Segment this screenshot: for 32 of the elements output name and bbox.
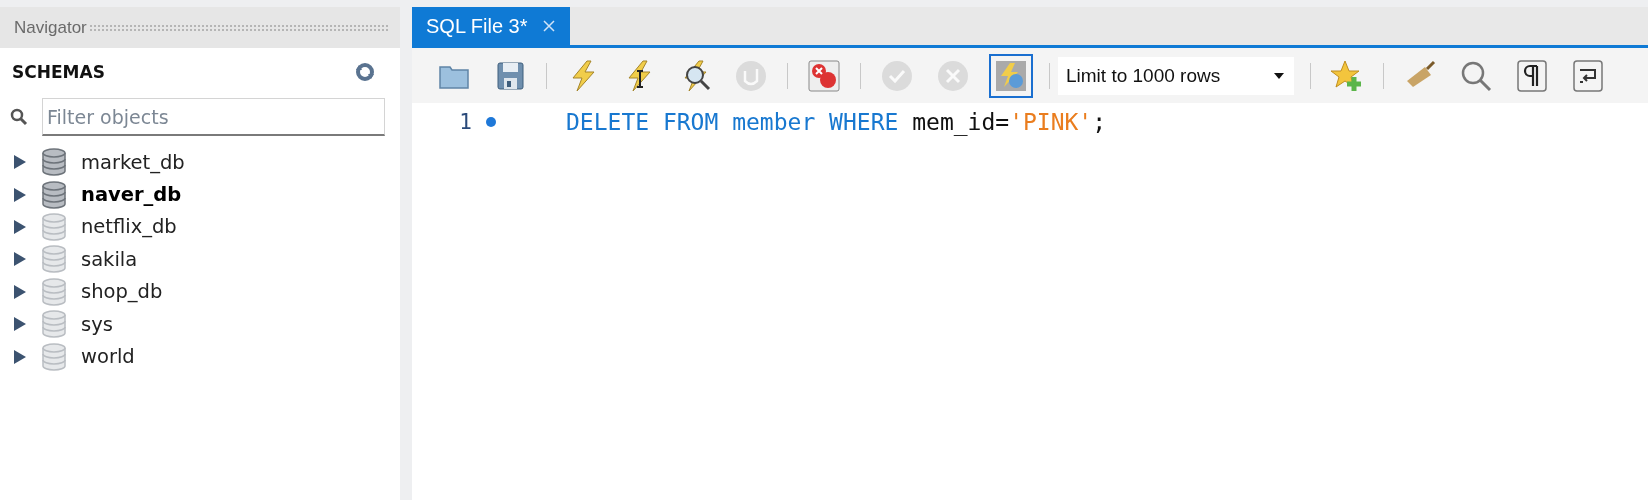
expand-arrow-icon[interactable] — [13, 186, 27, 203]
schema-item[interactable]: netflix_db — [13, 210, 400, 244]
code-line: DELETE FROM member WHERE mem_id='PINK'; — [566, 109, 1107, 135]
expand-arrow-icon[interactable] — [13, 218, 27, 235]
expand-arrow-icon[interactable] — [13, 154, 27, 171]
schema-name: netflix_db — [81, 215, 177, 239]
schema-item[interactable]: sakila — [13, 243, 400, 276]
autocommit-icon[interactable] — [989, 53, 1033, 98]
schema-name: world — [81, 345, 135, 369]
section-title: SCHEMAS — [12, 62, 105, 82]
expand-arrow-icon[interactable] — [13, 348, 27, 365]
line-number: 1 — [458, 110, 472, 134]
schema-item[interactable]: market_db — [13, 146, 400, 179]
expand-arrow-icon[interactable] — [13, 316, 27, 333]
editor-tab[interactable]: SQL File 3* — [412, 7, 570, 45]
expand-arrow-icon[interactable] — [13, 283, 27, 300]
filter-field[interactable]: Filter objects — [42, 98, 385, 136]
schema-name: sakila — [81, 247, 138, 271]
navigator-title: Navigator — [14, 17, 87, 38]
schema-item[interactable]: sys — [13, 307, 400, 341]
schema-name: sys — [81, 312, 113, 336]
schema-item[interactable]: naver_db — [13, 178, 400, 211]
row-limit-dropdown[interactable]: Limit to 1000 rows — [1058, 56, 1294, 95]
schema-name: naver_db — [81, 183, 182, 207]
schema-item[interactable]: shop_db — [13, 275, 400, 308]
schema-item[interactable]: world — [13, 340, 400, 373]
close-icon[interactable] — [541, 19, 556, 33]
expand-arrow-icon[interactable] — [13, 251, 27, 268]
schema-name: market_db — [81, 150, 185, 174]
search-icon — [10, 108, 28, 126]
schema-name: shop_db — [81, 280, 163, 304]
dropdown-arrow-icon — [1274, 72, 1284, 79]
